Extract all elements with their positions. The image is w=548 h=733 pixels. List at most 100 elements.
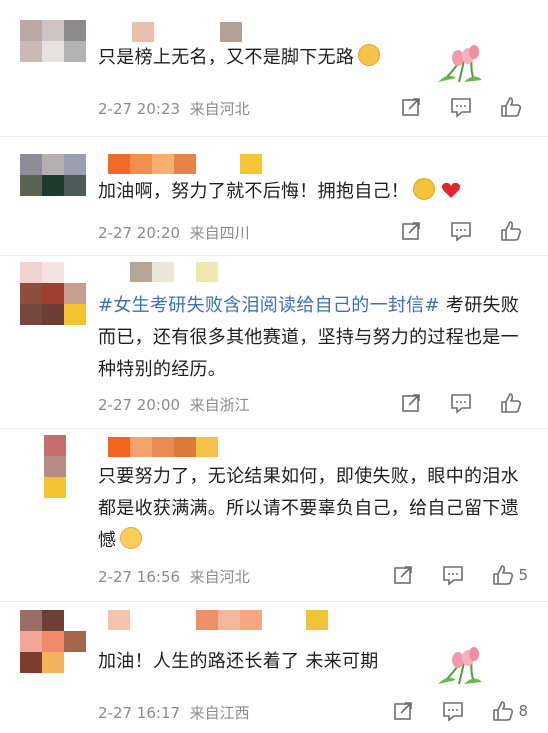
avatar-pixel	[64, 175, 86, 196]
comment-meta: 2-27 16:17 来自江西	[98, 702, 250, 723]
username[interactable]	[132, 22, 242, 42]
avatar-pixel	[42, 652, 64, 673]
avatar-pixel	[20, 283, 42, 304]
avatar-pixel	[42, 283, 64, 304]
avatar-pixel	[64, 154, 86, 175]
comment-time: 2-27 16:56	[98, 568, 181, 586]
avatar-pixel	[20, 652, 42, 673]
avatar-pixel	[22, 456, 44, 477]
like-button[interactable]	[500, 392, 526, 414]
username-pixel	[132, 22, 154, 42]
comment-button[interactable]	[450, 392, 472, 414]
avatar[interactable]	[20, 262, 86, 325]
comment-icon	[451, 222, 471, 242]
action-bar	[372, 96, 526, 118]
comment-text-content: 只是榜上无名，又不是脚下无路	[98, 47, 355, 68]
username-pixel	[306, 610, 328, 630]
username-pixel	[152, 262, 174, 282]
like-button[interactable]: 8	[492, 700, 528, 722]
avatar-pixel	[42, 175, 64, 196]
comment-button[interactable]	[450, 220, 472, 242]
comment-location: 来自浙江	[189, 396, 250, 414]
username-pixel	[176, 22, 198, 42]
username-pixel	[196, 437, 218, 457]
username-pixel	[108, 437, 130, 457]
username[interactable]	[108, 610, 328, 630]
like-button[interactable]	[500, 96, 526, 118]
comment-icon	[443, 566, 464, 586]
tulip-bouquet-sticker	[438, 45, 482, 83]
avatar-pixel	[42, 262, 64, 283]
avatar-pixel	[64, 20, 86, 41]
comment-button[interactable]	[442, 564, 464, 586]
username-pixel	[174, 154, 196, 174]
avatar-pixel	[42, 610, 64, 631]
comment-location: 来自江西	[189, 704, 250, 722]
avatar-pixel	[20, 41, 42, 62]
avatar[interactable]	[20, 20, 86, 83]
thumbs-up-icon	[493, 701, 514, 721]
avatar-pixel	[42, 154, 64, 175]
comment-time: 2-27 20:00	[98, 396, 181, 414]
action-bar: 5	[364, 564, 528, 586]
like-button[interactable]	[500, 220, 526, 242]
comment-text-content: 加油啊，努力了就不后悔！拥抱自己！	[98, 181, 410, 202]
comment-time: 2-27 16:17	[98, 704, 181, 722]
comment-text: 只要努力了，无论结果如何，即使失败，眼中的泪水都是收获满满。所以请不要辜负自己，…	[98, 461, 530, 557]
comment-meta: 2-27 20:00 来自浙江	[98, 394, 250, 415]
avatar-pixel	[66, 435, 88, 456]
comment-button[interactable]	[442, 700, 464, 722]
comment-icon	[451, 98, 471, 118]
avatar-pixel	[42, 196, 64, 217]
avatar-pixel	[42, 304, 64, 325]
username-pixel	[174, 437, 196, 457]
share-button[interactable]	[392, 564, 414, 586]
username-pixel	[284, 610, 306, 630]
thumbs-up-icon	[501, 97, 522, 117]
hugging-face-icon	[413, 178, 436, 200]
avatar-pixel	[20, 20, 42, 41]
like-button[interactable]: 5	[492, 564, 528, 586]
avatar-pixel	[44, 435, 66, 456]
share-icon	[394, 566, 413, 584]
person-raising-hand-icon	[120, 527, 143, 549]
username-pixel	[130, 610, 152, 630]
avatar-pixel	[64, 610, 86, 631]
avatar-pixel	[20, 631, 42, 652]
username-pixel	[152, 154, 174, 174]
username-pixel	[108, 262, 130, 282]
comment-button[interactable]	[450, 96, 472, 118]
avatar-pixel	[64, 41, 86, 62]
comment-text-content: 只要努力了，无论结果如何，即使失败，眼中的泪水都是收获满满。所以请不要辜负自己，…	[98, 466, 519, 551]
avatar-pixel	[64, 652, 86, 673]
avatar[interactable]	[20, 610, 86, 673]
share-button[interactable]	[400, 96, 422, 118]
comment-icon	[443, 702, 464, 722]
avatar-pixel	[20, 304, 42, 325]
comment-text: 加油啊，努力了就不后悔！拥抱自己！	[98, 176, 530, 208]
comment-location: 来自河北	[189, 100, 250, 118]
username[interactable]	[108, 154, 262, 174]
avatar[interactable]	[22, 435, 88, 498]
username[interactable]	[108, 437, 218, 457]
topic-hashtag-link[interactable]: #女生考研失败含泪阅读给自己的一封信#	[98, 295, 440, 316]
avatar-pixel	[42, 20, 64, 41]
username-pixel	[174, 610, 196, 630]
avatar-pixel	[64, 283, 86, 304]
share-button[interactable]	[392, 700, 414, 722]
comment-item: 只是榜上无名，又不是脚下无路 2-27 20:23 来自河北	[0, 0, 548, 135]
thumbs-up-icon	[501, 221, 522, 241]
avatar-pixel	[64, 631, 86, 652]
share-button[interactable]	[400, 392, 422, 414]
username[interactable]	[108, 262, 218, 282]
avatar-pixel	[20, 196, 42, 217]
comment-icon	[451, 394, 471, 414]
avatar[interactable]	[20, 154, 86, 217]
tulip-bouquet-sticker	[438, 647, 482, 685]
comment-meta: 2-27 20:20 来自四川	[98, 222, 250, 243]
share-button[interactable]	[400, 220, 422, 242]
avatar-pixel	[64, 262, 86, 283]
avatar-pixel	[66, 477, 88, 498]
username-pixel	[130, 437, 152, 457]
share-icon	[394, 702, 413, 720]
